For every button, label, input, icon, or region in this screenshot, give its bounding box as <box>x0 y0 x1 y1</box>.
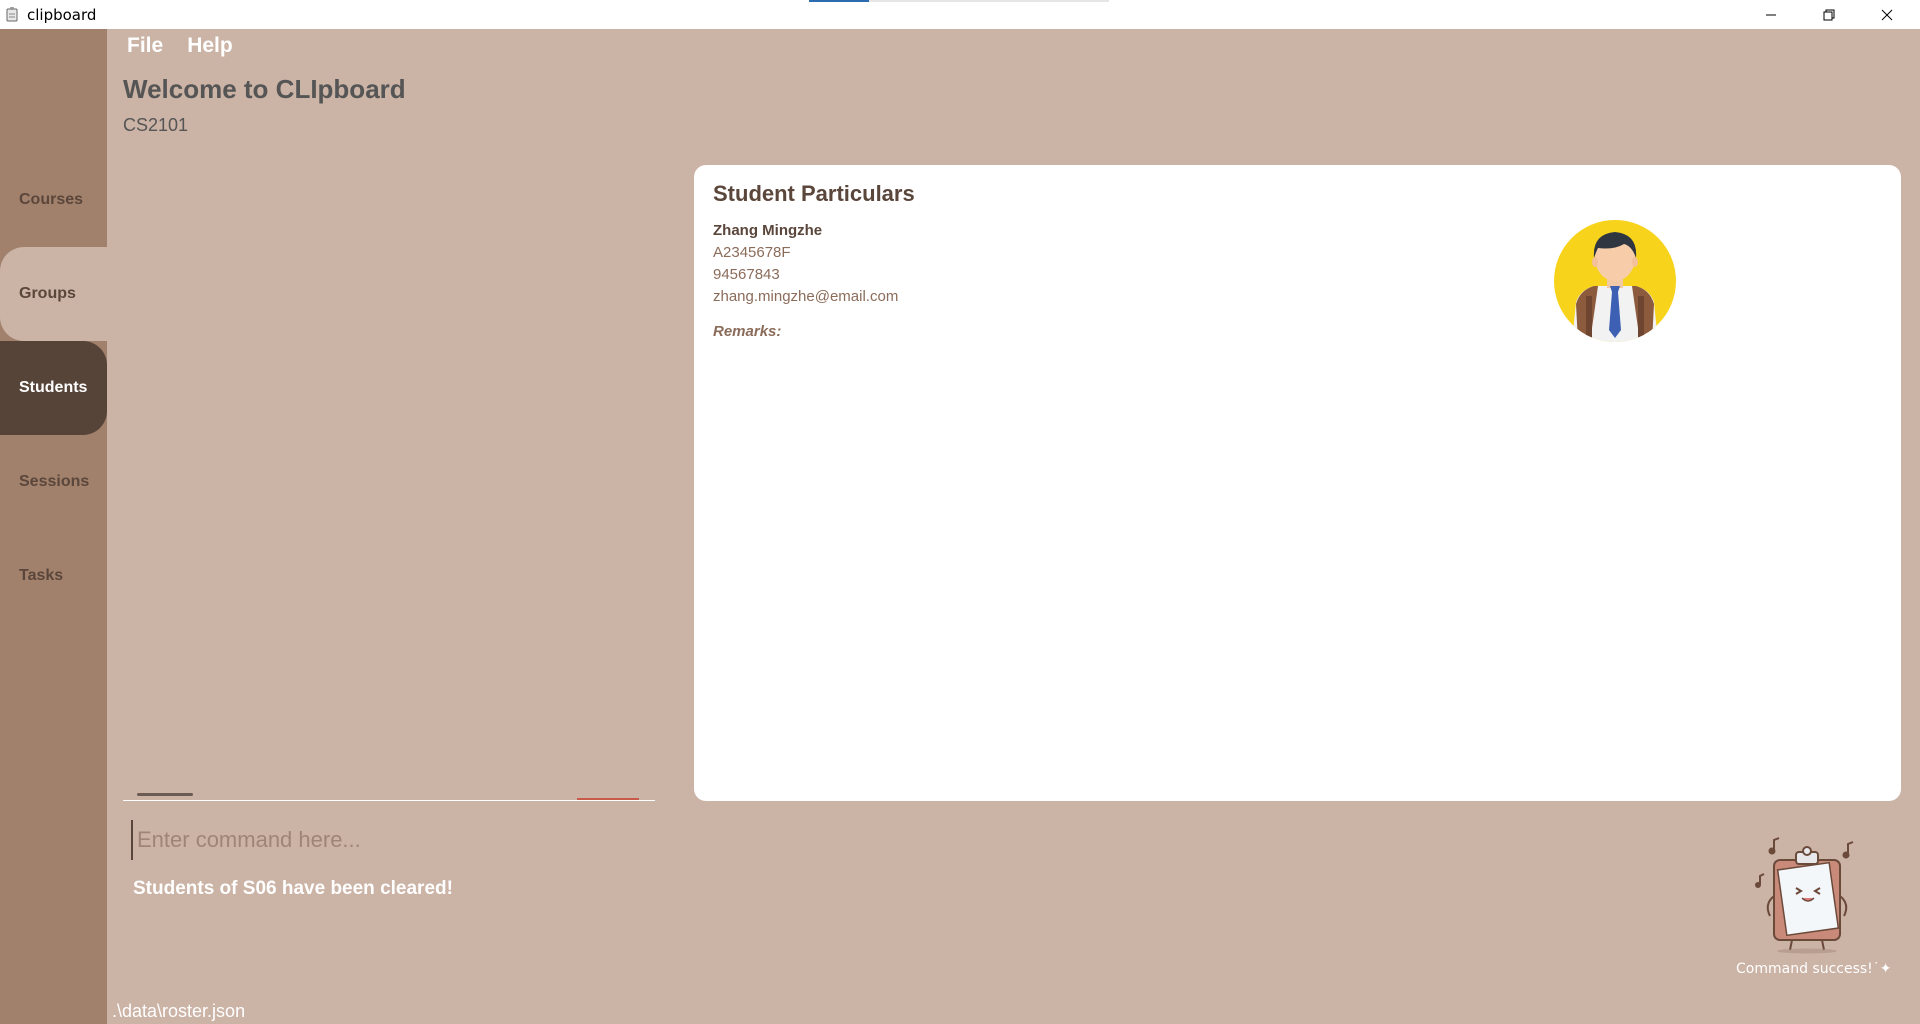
sidebar-item-label: Courses <box>19 191 84 208</box>
command-box[interactable] <box>131 820 651 860</box>
course-label: CS2101 <box>123 115 189 135</box>
sidebar-item-tasks[interactable]: Tasks <box>0 529 107 623</box>
status-bar-path: .\data\roster.json <box>112 1001 246 1021</box>
app-icon <box>6 7 18 22</box>
sidebar: Courses Groups Students Sessions Tasks <box>0 29 107 1024</box>
sidebar-item-sessions[interactable]: Sessions <box>0 435 107 529</box>
list-divider <box>123 800 655 801</box>
sidebar-item-label: Tasks <box>19 567 64 584</box>
menu-file[interactable]: File <box>127 34 163 58</box>
card-title: Student Particulars <box>713 181 915 206</box>
student-avatar-icon <box>1554 220 1676 342</box>
sidebar-item-students[interactable]: Students <box>0 341 107 435</box>
student-email: zhang.mingzhe@email.com <box>713 288 899 305</box>
taskbar-hint <box>809 0 1109 2</box>
restore-icon <box>1823 9 1835 20</box>
sidebar-item-label: Students <box>19 379 88 396</box>
page-title: Welcome to CLIpboard <box>123 74 406 104</box>
mascot-status-text: Command success!˙✦ <box>1736 961 1892 977</box>
close-button[interactable] <box>1858 0 1916 29</box>
student-list[interactable] <box>123 165 655 801</box>
close-icon <box>1881 9 1893 20</box>
student-particulars-card: Student Particulars Zhang Mingzhe A23456… <box>694 165 1901 801</box>
result-message: Students of S06 have been cleared! <box>133 878 453 899</box>
student-id: A2345678F <box>713 244 791 261</box>
window-titlebar: clipboard <box>0 0 1920 29</box>
student-phone: 94567843 <box>713 266 780 283</box>
student-name: Zhang Mingzhe <box>713 222 823 239</box>
menu-help[interactable]: Help <box>187 34 233 58</box>
list-item-remnant <box>137 793 197 799</box>
minimize-button[interactable] <box>1742 0 1800 29</box>
sidebar-item-label: Sessions <box>19 473 90 490</box>
sidebar-item-courses[interactable]: Courses <box>0 153 107 247</box>
restore-button[interactable] <box>1800 0 1858 29</box>
remarks-label: Remarks: <box>713 323 782 340</box>
clipboard-mascot-icon <box>1755 837 1854 954</box>
sidebar-item-groups[interactable]: Groups <box>0 247 107 341</box>
minimize-icon <box>1766 14 1776 15</box>
sidebar-item-label: Groups <box>19 285 76 302</box>
menu-bar: File Help <box>127 34 233 58</box>
window-title: clipboard <box>27 6 97 24</box>
command-input[interactable] <box>131 820 651 860</box>
